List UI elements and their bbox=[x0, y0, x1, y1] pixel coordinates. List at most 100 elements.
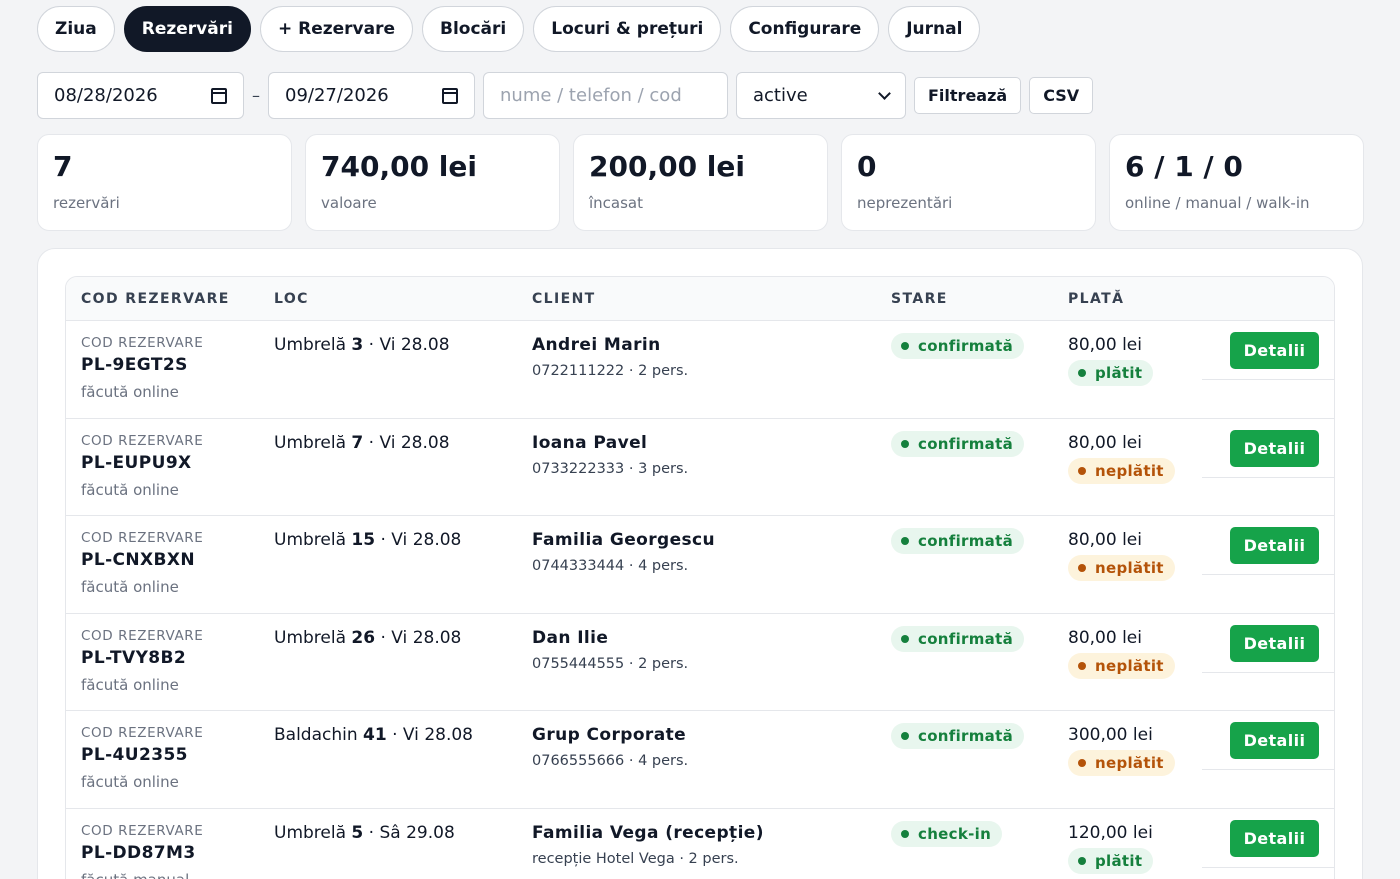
status-dot-icon bbox=[901, 537, 909, 545]
cell-loc: Umbrelă 26 · Vi 28.08 bbox=[274, 628, 461, 648]
status-dot-icon bbox=[901, 732, 909, 740]
cell-pay: 120,00 lei plătit bbox=[1068, 823, 1154, 874]
reservation-source: făcută online bbox=[81, 578, 179, 596]
code-caption: COD REZERVARE bbox=[81, 530, 204, 546]
cell-state: confirmată bbox=[891, 430, 1024, 457]
cell-client: Familia Georgescu 0744333444 · 4 pers. bbox=[532, 530, 715, 574]
stat-card-reservations: 7 rezervări bbox=[37, 134, 292, 231]
reservation-source: făcută online bbox=[81, 383, 179, 401]
date-to-input[interactable]: 09/27/2026 bbox=[268, 72, 475, 119]
chevron-down-icon bbox=[878, 86, 891, 100]
tab-jurnal[interactable]: Jurnal bbox=[888, 6, 981, 52]
header-client: CLIENT bbox=[532, 291, 596, 307]
pay-status-badge: neplătit bbox=[1068, 652, 1175, 679]
loc-type: Umbrelă bbox=[274, 627, 347, 648]
reservation-source: făcută online bbox=[81, 675, 179, 694]
client-name: Grup Corporate bbox=[532, 725, 687, 745]
filter-button[interactable]: Filtrează bbox=[914, 77, 1022, 114]
code-caption: COD REZERVARE bbox=[81, 725, 204, 741]
cell-pay: 80,00 lei neplătit bbox=[1068, 628, 1175, 679]
client-details: 0733222333 · 3 pers. bbox=[532, 460, 689, 477]
client-details: recepție Hotel Vega · 2 pers. bbox=[532, 850, 739, 867]
state-label: confirmată bbox=[918, 727, 1013, 745]
state-badge: confirmată bbox=[891, 528, 1024, 554]
stat-card-collected: 200,00 lei încasat bbox=[573, 134, 828, 231]
tab-configurare[interactable]: Configurare bbox=[730, 6, 880, 52]
cell-client: Dan Ilie 0755444555 · 2 pers. bbox=[532, 628, 688, 672]
pay-status-label: neplătit bbox=[1095, 754, 1164, 772]
tab-add-rezervare[interactable]: + Rezervare bbox=[259, 6, 413, 52]
cell-state: confirmată bbox=[891, 333, 1024, 359]
cell-state: confirmată bbox=[891, 723, 1024, 749]
tab-blocari[interactable]: Blocări bbox=[422, 6, 525, 52]
details-button[interactable]: Detalii bbox=[1230, 429, 1319, 467]
code-caption: COD REZERVARE bbox=[81, 822, 204, 839]
cell-pay: 80,00 lei neplătit bbox=[1068, 530, 1175, 581]
status-dot-icon bbox=[901, 342, 909, 350]
details-button[interactable]: Detalii bbox=[1230, 527, 1319, 564]
cell-code: COD REZERVARE PL-DD87M3 făcută manual bbox=[81, 823, 203, 879]
details-button[interactable]: Detalii bbox=[1230, 624, 1319, 662]
client-name: Andrei Marin bbox=[532, 335, 661, 355]
pay-status-badge: plătit bbox=[1068, 360, 1154, 386]
cell-state: check-in bbox=[891, 820, 1003, 847]
cell-code: COD REZERVARE PL-TVY8B2 făcută online bbox=[81, 628, 203, 694]
details-button[interactable]: Detalii bbox=[1230, 819, 1319, 857]
loc-date: · Vi 28.08 bbox=[386, 725, 473, 745]
state-badge: confirmată bbox=[891, 625, 1024, 652]
details-button[interactable]: Detalii bbox=[1230, 332, 1319, 369]
stat-label: încasat bbox=[589, 194, 644, 212]
cell-state: confirmată bbox=[891, 625, 1024, 652]
pay-amount: 80,00 lei bbox=[1068, 335, 1142, 355]
stat-value: 6 / 1 / 0 bbox=[1125, 150, 1243, 183]
pay-status-label: plătit bbox=[1095, 851, 1143, 870]
cell-state: confirmată bbox=[891, 528, 1024, 554]
calendar-icon[interactable] bbox=[211, 87, 227, 104]
csv-button[interactable]: CSV bbox=[1029, 77, 1094, 114]
state-label: check-in bbox=[918, 824, 992, 843]
stat-value: 0 bbox=[857, 150, 877, 183]
stat-card-value: 740,00 lei valoare bbox=[305, 134, 560, 231]
stat-label: rezervări bbox=[53, 194, 120, 212]
date-to-value: 09/27/2026 bbox=[285, 85, 389, 106]
tab-locuri-preturi[interactable]: Locuri & prețuri bbox=[533, 6, 722, 52]
loc-number: 15 bbox=[351, 530, 376, 550]
details-button[interactable]: Detalii bbox=[1230, 722, 1319, 759]
cell-pay: 80,00 lei plătit bbox=[1068, 335, 1154, 386]
cell-action: Detalii bbox=[1230, 429, 1319, 467]
search-input[interactable]: nume / telefon / cod bbox=[483, 72, 728, 119]
date-from-value: 08/28/2026 bbox=[54, 85, 158, 106]
nav-tabs: Ziua Rezervări + Rezervare Blocări Locur… bbox=[37, 6, 981, 52]
cell-loc: Umbrelă 3 · Vi 28.08 bbox=[274, 335, 450, 355]
loc-date: · Vi 28.08 bbox=[363, 432, 450, 453]
table-row: COD REZERVARE PL-9EGT2S făcută online Um… bbox=[66, 321, 1334, 419]
reservation-code: PL-DD87M3 bbox=[81, 842, 196, 863]
header-loc: LOC bbox=[274, 291, 309, 307]
date-from-input[interactable]: 08/28/2026 bbox=[37, 72, 244, 119]
cell-pay: 300,00 lei neplătit bbox=[1068, 725, 1175, 776]
reservations-table: COD REZERVARE LOC CLIENT STARE PLATĂ COD… bbox=[65, 276, 1335, 879]
loc-date: · Vi 28.08 bbox=[375, 627, 462, 648]
code-caption: COD REZERVARE bbox=[81, 627, 204, 644]
pay-status-label: neplătit bbox=[1095, 656, 1164, 675]
tab-rezervari[interactable]: Rezervări bbox=[123, 6, 251, 52]
cell-loc: Umbrelă 15 · Vi 28.08 bbox=[274, 530, 461, 550]
pay-amount: 80,00 lei bbox=[1068, 530, 1142, 550]
cell-code: COD REZERVARE PL-4U2355 făcută online bbox=[81, 725, 203, 791]
client-name: Familia Georgescu bbox=[532, 530, 716, 550]
status-select[interactable]: active bbox=[736, 72, 906, 119]
stat-label: online / manual / walk-in bbox=[1125, 194, 1310, 212]
reservations-panel: COD REZERVARE LOC CLIENT STARE PLATĂ COD… bbox=[37, 248, 1363, 879]
status-dot-icon bbox=[1078, 466, 1086, 475]
tab-ziua[interactable]: Ziua bbox=[37, 6, 115, 52]
stat-label: neprezentări bbox=[857, 194, 953, 212]
stat-value: 740,00 lei bbox=[321, 150, 477, 183]
table-row: COD REZERVARE PL-TVY8B2 făcută online Um… bbox=[66, 614, 1334, 711]
state-badge: confirmată bbox=[891, 723, 1024, 749]
calendar-icon[interactable] bbox=[442, 87, 458, 104]
pay-status-badge: plătit bbox=[1068, 847, 1154, 874]
header-pay: PLATĂ bbox=[1068, 291, 1125, 307]
cell-loc: Umbrelă 5 · Sâ 29.08 bbox=[274, 823, 455, 843]
stats-row: 7 rezervări 740,00 lei valoare 200,00 le… bbox=[37, 134, 1364, 231]
state-label: confirmată bbox=[918, 434, 1013, 453]
